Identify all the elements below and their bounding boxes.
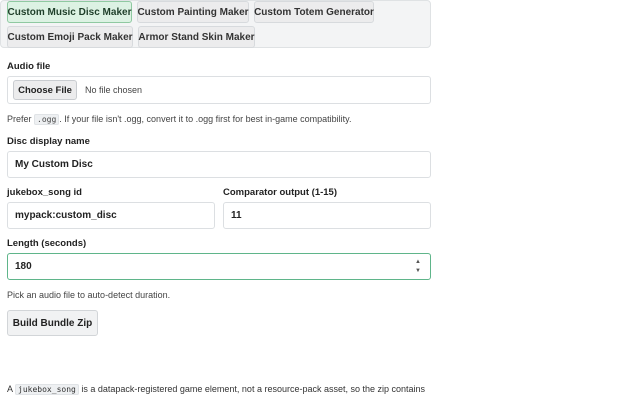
length-label: Length (seconds)	[7, 238, 87, 249]
stepper-down-icon[interactable]: ▼	[415, 268, 421, 274]
jukebox-song-code: jukebox_song	[15, 384, 79, 395]
tab-custom-painting-maker[interactable]: Custom Painting Maker	[137, 1, 249, 23]
jukebox-id-input[interactable]: mypack:custom_disc	[7, 202, 215, 229]
build-bundle-zip-button[interactable]: Build Bundle Zip	[7, 310, 98, 336]
app-root: Custom Music Disc Maker Custom Painting …	[0, 0, 640, 400]
number-stepper[interactable]: ▲ ▼	[414, 259, 422, 274]
disc-name-input[interactable]: My Custom Disc	[7, 151, 431, 178]
length-hint: Pick an audio file to auto-detect durati…	[7, 290, 171, 300]
length-input[interactable]: 180 ▲ ▼	[7, 253, 431, 280]
disc-name-label: Disc display name	[7, 136, 90, 147]
hint-prefix: Prefer	[7, 114, 32, 124]
footer-suffix: is a datapack-registered game element, n…	[81, 384, 426, 394]
jukebox-id-label: jukebox_song id	[7, 187, 82, 198]
tool-tab-bar: Custom Music Disc Maker Custom Painting …	[0, 0, 431, 48]
tab-custom-totem-generator[interactable]: Custom Totem Generator	[254, 1, 374, 23]
audio-file-input[interactable]: Choose File No file chosen	[7, 76, 431, 104]
comparator-input[interactable]: 11	[223, 202, 431, 229]
footer-note: A jukebox_song is a datapack-registered …	[7, 382, 637, 397]
hint-suffix: . If your file isn't .ogg, convert it to…	[59, 114, 352, 124]
comparator-label: Comparator output (1-15)	[223, 187, 337, 198]
footer-prefix: A	[7, 384, 13, 394]
ogg-code: .ogg	[34, 114, 60, 125]
tab-custom-music-disc-maker[interactable]: Custom Music Disc Maker	[7, 1, 132, 23]
tab-custom-emoji-pack-maker[interactable]: Custom Emoji Pack Maker	[7, 26, 133, 48]
audio-format-hint: Prefer .ogg. If your file isn't .ogg, co…	[7, 114, 352, 125]
tab-armor-stand-skin-maker[interactable]: Armor Stand Skin Maker	[138, 26, 255, 48]
no-file-text: No file chosen	[85, 85, 143, 95]
stepper-up-icon[interactable]: ▲	[415, 259, 421, 265]
choose-file-button[interactable]: Choose File	[13, 80, 77, 100]
length-value: 180	[15, 261, 32, 272]
audio-file-label: Audio file	[7, 61, 51, 72]
